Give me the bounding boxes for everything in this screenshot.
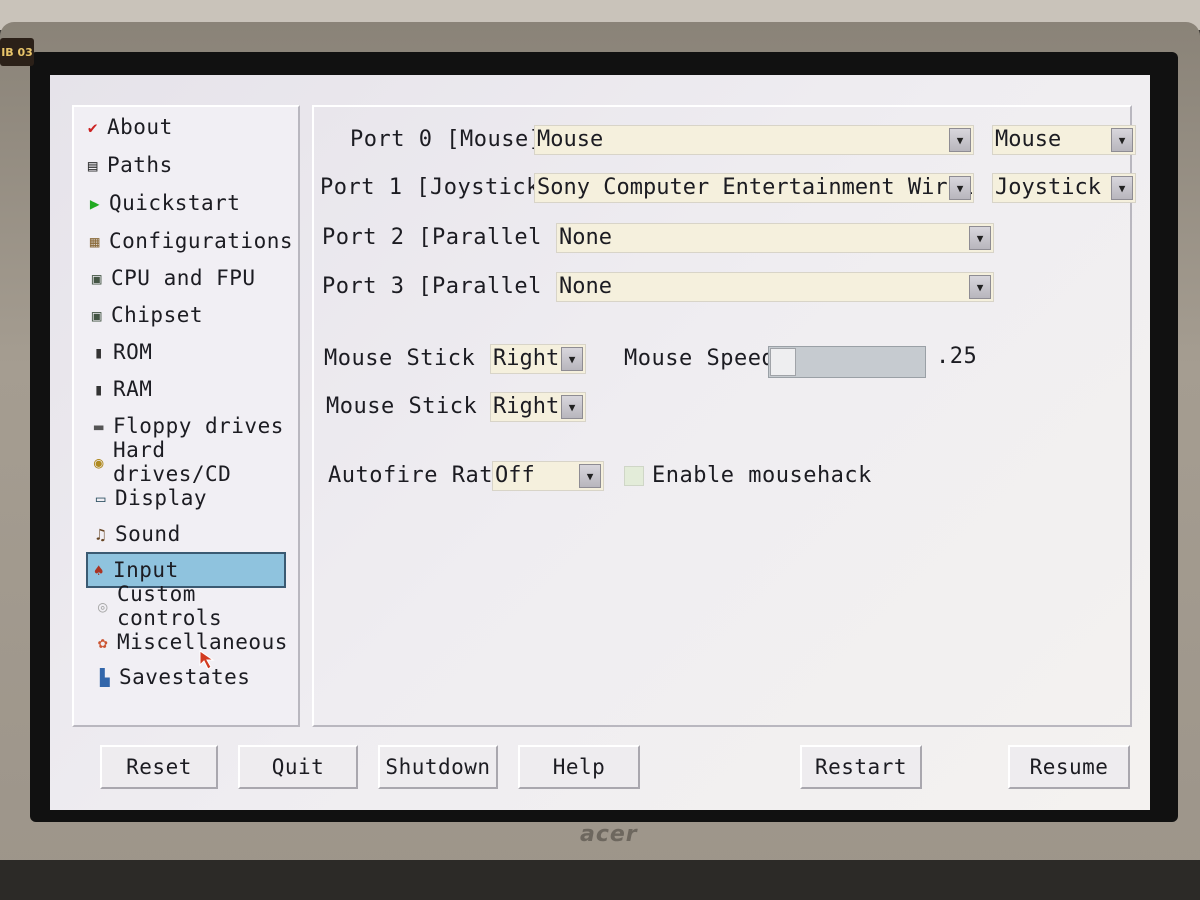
autofire-rate-value: Off — [495, 463, 535, 488]
port-0-label: Port 0 [Mouse]: — [350, 127, 557, 152]
mouse-stick-1-select[interactable]: Right ▼ — [490, 392, 586, 422]
sidebar-item-label: Custom controls — [117, 582, 223, 630]
gamepad-icon: ◎ — [97, 596, 109, 616]
cpu-icon: ▣ — [91, 268, 103, 288]
port-1-device-value: Sony Computer Entertainment Wireless — [537, 175, 974, 200]
mouse-speed-label: Mouse Speed: — [624, 346, 789, 371]
ram-icon: ▮ — [93, 379, 105, 399]
sidebar-item-cpu-and-fpu[interactable]: ▣ CPU and FPU — [86, 262, 282, 294]
sidebar-item-rom[interactable]: ▮ ROM — [88, 336, 284, 368]
sidebar-item-display[interactable]: ▭ Display — [90, 482, 286, 514]
mouse-speed-slider[interactable] — [768, 346, 926, 378]
enable-mousehack-label: Enable mousehack — [652, 463, 872, 488]
sound-icon: ♫ — [95, 524, 107, 544]
sidebar-item-paths[interactable]: ▤ Paths — [82, 149, 278, 181]
chevron-down-icon[interactable]: ▼ — [561, 395, 583, 419]
chevron-down-icon[interactable]: ▼ — [969, 226, 991, 250]
sidebar-item-label: Display — [115, 486, 208, 510]
port-1-label: Port 1 [Joystick]: — [320, 175, 568, 200]
chipset-icon: ▣ — [91, 305, 103, 325]
help-button[interactable]: Help — [518, 745, 640, 789]
chevron-down-icon[interactable]: ▼ — [949, 128, 971, 152]
monitor-brand-logo: acer — [580, 822, 638, 847]
paths-icon: ▤ — [87, 155, 99, 175]
joystick-icon: ♠ — [93, 560, 105, 580]
configurations-icon: ▦ — [89, 231, 101, 251]
mouse-stick-1-value: Right — [493, 394, 560, 419]
play-icon: ▶ — [89, 193, 101, 213]
sidebar-item-label: ROM — [113, 340, 153, 364]
restart-button[interactable]: Restart — [800, 745, 922, 789]
enable-mousehack-checkbox[interactable] — [624, 466, 644, 486]
rom-icon: ▮ — [93, 342, 105, 362]
autofire-rate-select[interactable]: Off ▼ — [492, 461, 604, 491]
port-3-device-value: None — [559, 274, 612, 299]
port-2-device-value: None — [559, 225, 612, 250]
hard-drive-icon: ◉ — [93, 452, 105, 472]
port-0-device-select[interactable]: Mouse ▼ — [534, 125, 974, 155]
sidebar-item-quickstart[interactable]: ▶ Quickstart — [84, 187, 280, 219]
chevron-down-icon[interactable]: ▼ — [969, 275, 991, 299]
sidebar-item-about[interactable]: ✔ About — [82, 111, 278, 143]
sidebar-item-configurations[interactable]: ▦ Configurations — [84, 225, 293, 257]
miscellaneous-icon: ✿ — [97, 632, 109, 652]
port-1-mode-value: Joystick — [995, 175, 1101, 200]
display-icon: ▭ — [95, 488, 107, 508]
sidebar-item-label: Configurations — [109, 229, 294, 253]
emulator-settings-window: ✔ About ▤ Paths ▶ Quickstart ▦ Configurations ▣ C… — [50, 75, 1150, 810]
port-0-mode-select[interactable]: Mouse ▼ — [992, 125, 1136, 155]
input-settings-panel: Port 0 [Mouse]: Mouse ▼ Mouse ▼ Port 1 [… — [312, 105, 1136, 727]
port-1-device-select[interactable]: Sony Computer Entertainment Wireless ▼ — [534, 173, 974, 203]
sidebar-item-miscellaneous[interactable]: ✿ Miscellaneous — [92, 626, 288, 658]
port-1-mode-select[interactable]: Joystick ▼ — [992, 173, 1136, 203]
reset-button[interactable]: Reset — [100, 745, 218, 789]
chevron-down-icon[interactable]: ▼ — [1111, 176, 1133, 200]
checkmark-icon: ✔ — [87, 117, 99, 137]
chevron-down-icon[interactable]: ▼ — [1111, 128, 1133, 152]
desk-area — [0, 860, 1200, 900]
sidebar-item-hard-drives-cd[interactable]: ◉ Hard drives/CD — [88, 438, 284, 486]
port-2-device-select[interactable]: None ▼ — [556, 223, 994, 253]
sidebar-item-label: Hard drives/CD — [113, 438, 232, 486]
floppy-drive-icon: ▬ — [93, 416, 105, 436]
port-0-mode-value: Mouse — [995, 127, 1062, 152]
sidebar-item-label: Chipset — [111, 303, 204, 327]
resume-button[interactable]: Resume — [1008, 745, 1130, 789]
mouse-stick-0-select[interactable]: Right ▼ — [490, 344, 586, 374]
chevron-down-icon[interactable]: ▼ — [949, 176, 971, 200]
sidebar-item-label: About — [107, 115, 173, 139]
sidebar-item-chipset[interactable]: ▣ Chipset — [86, 299, 282, 331]
port-3-device-select[interactable]: None ▼ — [556, 272, 994, 302]
quit-button[interactable]: Quit — [238, 745, 358, 789]
savestate-icon: ▙ — [99, 667, 111, 687]
port-0-device-value: Mouse — [537, 127, 604, 152]
mouse-pointer-icon — [199, 650, 215, 670]
monitor-sticker: IB 03 — [0, 38, 34, 66]
sidebar-item-sound[interactable]: ♫ Sound — [90, 518, 286, 550]
shutdown-button[interactable]: Shutdown — [378, 745, 498, 789]
chevron-down-icon[interactable]: ▼ — [579, 464, 601, 488]
mouse-speed-slider-handle[interactable] — [770, 348, 796, 376]
sidebar-item-custom-controls[interactable]: ◎ Custom controls — [92, 582, 288, 630]
sidebar-item-label: RAM — [113, 377, 153, 401]
sidebar-item-ram[interactable]: ▮ RAM — [88, 373, 284, 405]
sidebar-item-label: Floppy drives — [113, 414, 284, 438]
mouse-speed-value: .25 — [936, 344, 978, 369]
sidebar-item-label: Quickstart — [109, 191, 241, 215]
sidebar-item-label: Paths — [107, 153, 173, 177]
mouse-stick-0-label: Mouse Stick 0: — [324, 346, 517, 371]
sidebar-item-label: Savestates — [119, 665, 251, 689]
chevron-down-icon[interactable]: ▼ — [561, 347, 583, 371]
category-sidebar: ✔ About ▤ Paths ▶ Quickstart ▦ Configurations ▣ C… — [72, 105, 300, 727]
sidebar-item-label: Input — [113, 558, 179, 582]
sidebar-item-label: Sound — [115, 522, 181, 546]
sidebar-item-label: CPU and FPU — [111, 266, 256, 290]
sidebar-item-savestates[interactable]: ▙ Savestates — [94, 661, 290, 693]
mouse-stick-0-value: Right — [493, 346, 560, 371]
